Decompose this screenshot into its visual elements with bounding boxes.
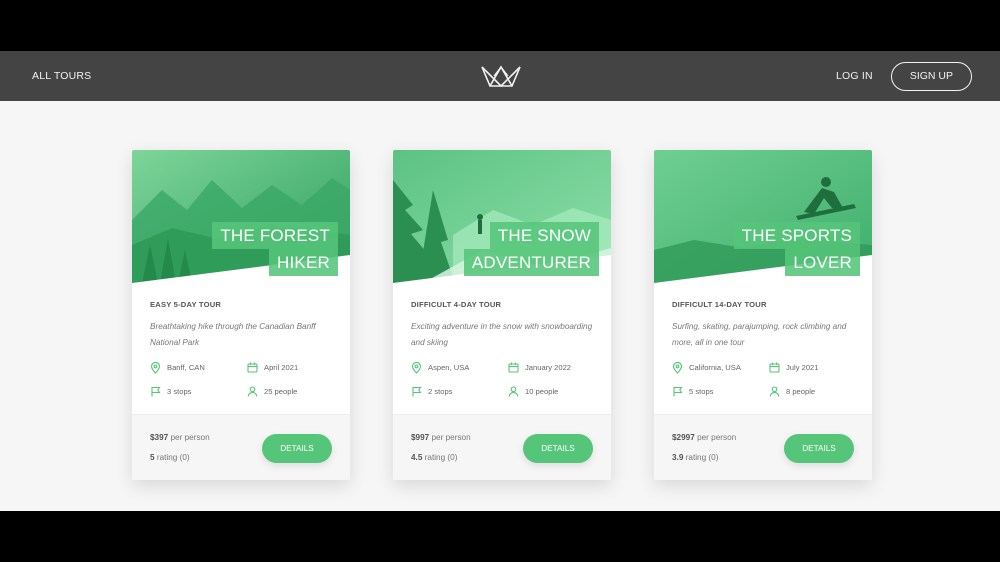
tour-date-text: January 2022 (525, 363, 572, 372)
tour-title: The Sports Lover (733, 222, 860, 276)
tour-card-body: Difficult 4-day tour Exciting adventure … (393, 300, 611, 351)
flag-icon (673, 386, 683, 397)
tour-rating-value: 5 (150, 453, 155, 462)
tour-location: Banff, CAN (150, 361, 247, 374)
tour-title-line: Adventurer (463, 249, 599, 276)
tour-card-image: The Snow Adventurer (393, 150, 611, 283)
tour-card-footer: $397 per person 5 rating (0) Details (132, 414, 350, 480)
tour-date-text: April 2021 (264, 363, 299, 372)
flag-icon (151, 386, 161, 397)
user-icon (508, 386, 519, 397)
tour-stops-text: 2 stops (428, 387, 453, 396)
map-pin-icon (411, 361, 422, 374)
tour-rating-suffix: rating (0) (685, 453, 719, 462)
calendar-icon (769, 362, 780, 373)
login-link[interactable]: Log in (836, 70, 873, 82)
calendar-icon (508, 362, 519, 373)
tour-stops: 2 stops (411, 386, 508, 397)
tour-card: The Snow Adventurer Difficult 4-day tour… (393, 150, 611, 480)
tour-price-value: $997 (411, 433, 430, 442)
tour-price: $2997 per person (672, 433, 736, 442)
tour-subtitle: Difficult 4-day tour (411, 300, 502, 309)
user-icon (247, 386, 258, 397)
tour-date-text: July 2021 (786, 363, 819, 372)
tour-subtitle: Difficult 14-day tour (672, 300, 767, 309)
flag-icon (412, 386, 422, 397)
tour-stops-text: 3 stops (167, 387, 192, 396)
tour-price: $397 per person (150, 433, 210, 442)
tour-card-footer: $997 per person 4.5 rating (0) Details (393, 414, 611, 480)
map-pin-icon (150, 361, 161, 374)
tour-location: Aspen, USA (411, 361, 508, 374)
tour-price: $997 per person (411, 433, 471, 442)
tour-date: April 2021 (247, 362, 344, 373)
tour-description: Exciting adventure in the snow with snow… (411, 322, 593, 347)
tour-card-image: The Forest Hiker (132, 150, 350, 283)
tour-date: January 2022 (508, 362, 605, 373)
tour-rating-suffix: rating (0) (156, 453, 190, 462)
tour-title-line: Hiker (269, 249, 338, 276)
tour-card-body: Easy 5-day tour Breathtaking hike throug… (132, 300, 350, 351)
details-button[interactable]: Details (784, 434, 854, 463)
tour-card: The Sports Lover Difficult 14-day tour S… (654, 150, 872, 480)
tour-title-line: The Snow (489, 222, 599, 249)
tour-details: Banff, CAN April 2021 3 stops 25 people (150, 361, 340, 397)
tour-price-value: $2997 (672, 433, 695, 442)
details-button[interactable]: Details (262, 434, 332, 463)
crown-logo-icon[interactable] (480, 64, 522, 88)
tour-rating-suffix: rating (0) (424, 453, 458, 462)
tour-location: California, USA (672, 361, 769, 374)
calendar-icon (247, 362, 258, 373)
tour-people: 25 people (247, 386, 344, 397)
map-pin-icon (672, 361, 683, 374)
tour-people: 8 people (769, 386, 866, 397)
tour-price-suffix: per person (697, 433, 737, 442)
tour-card-body: Difficult 14-day tour Surfing, skating, … (654, 300, 872, 351)
tour-card-footer: $2997 per person 3.9 rating (0) Details (654, 414, 872, 480)
tour-rating-value: 4.5 (411, 453, 423, 462)
tour-subtitle: Easy 5-day tour (150, 300, 222, 309)
tour-price-suffix: per person (431, 433, 471, 442)
tour-price-value: $397 (150, 433, 169, 442)
app-viewport: All tours Log in Sign up (0, 51, 1000, 511)
tour-title: The Forest Hiker (212, 222, 338, 276)
all-tours-link[interactable]: All tours (32, 70, 91, 82)
tour-people-text: 10 people (525, 387, 559, 396)
tour-price-suffix: per person (170, 433, 210, 442)
tour-rating: 4.5 rating (0) (411, 453, 457, 462)
tour-stops-text: 5 stops (689, 387, 714, 396)
tour-card-image: The Sports Lover (654, 150, 872, 283)
details-button[interactable]: Details (523, 434, 593, 463)
signup-button[interactable]: Sign up (890, 61, 972, 91)
tour-date: July 2021 (769, 362, 866, 373)
tour-people-text: 8 people (786, 387, 816, 396)
tour-location-text: Banff, CAN (167, 363, 205, 372)
tour-card: The Forest Hiker Easy 5-day tour Breatht… (132, 150, 350, 480)
tour-stops: 5 stops (672, 386, 769, 397)
tour-rating: 3.9 rating (0) (672, 453, 718, 462)
tour-stops: 3 stops (150, 386, 247, 397)
tour-description: Breathtaking hike through the Canadian B… (150, 322, 316, 347)
tour-location-text: Aspen, USA (428, 363, 470, 372)
nav-actions: Log in Sign up (836, 61, 972, 91)
tour-rating: 5 rating (0) (150, 453, 190, 462)
tour-title-line: Lover (785, 249, 860, 276)
tour-title-line: The Forest (212, 222, 338, 249)
tour-people: 10 people (508, 386, 605, 397)
tour-location-text: California, USA (689, 363, 741, 372)
tour-details: California, USA July 2021 5 stops 8 peop… (672, 361, 862, 397)
tour-description: Surfing, skating, parajumping, rock clim… (672, 322, 847, 347)
tour-title: The Snow Adventurer (463, 222, 599, 276)
user-icon (769, 386, 780, 397)
tour-rating-value: 3.9 (672, 453, 684, 462)
tour-title-line: The Sports (733, 222, 860, 249)
tour-people-text: 25 people (264, 387, 298, 396)
tour-details: Aspen, USA January 2022 2 stops 10 peopl… (411, 361, 601, 397)
